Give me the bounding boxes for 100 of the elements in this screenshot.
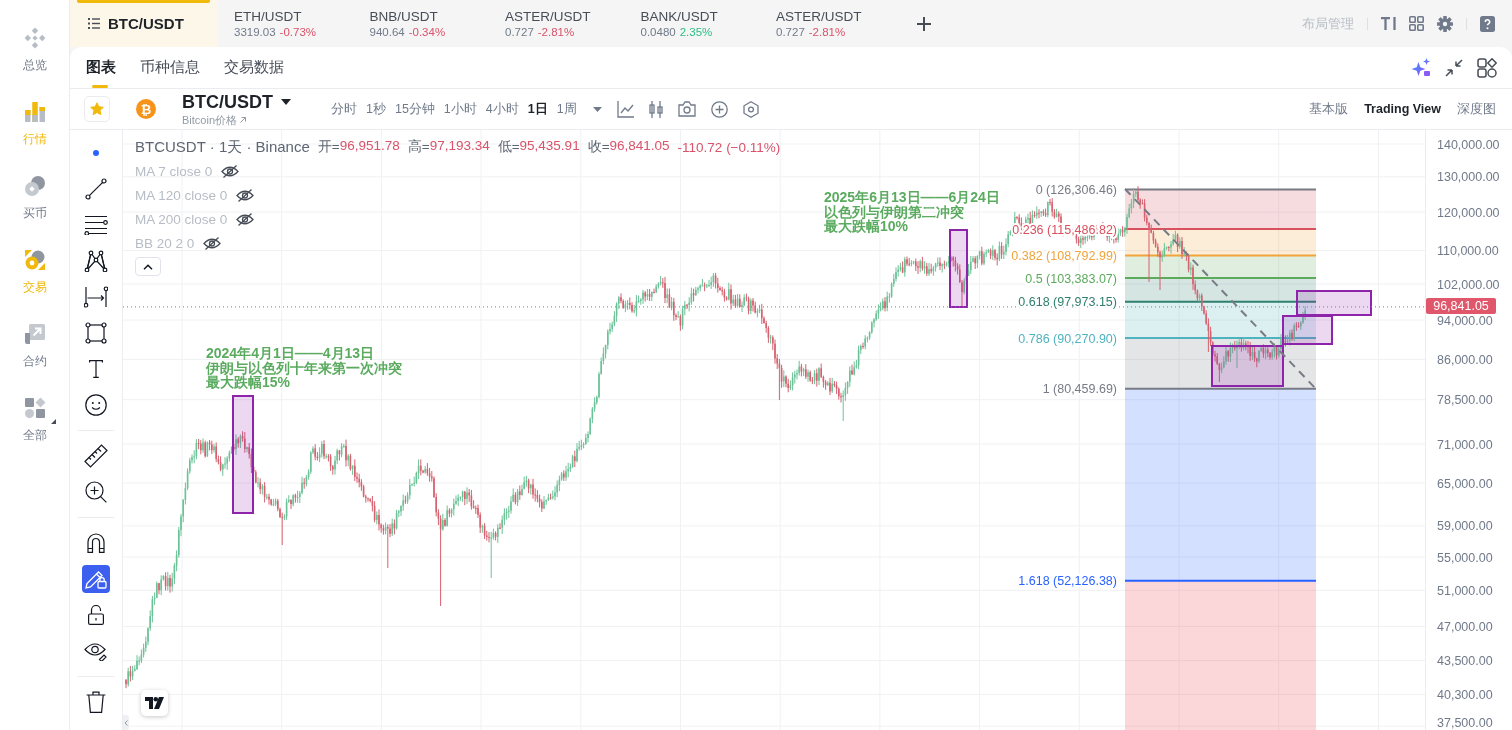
pair-change: -0.34% <box>408 24 446 39</box>
chart-symbol-title: BTCUSDT · 1天 · Binance <box>135 137 310 157</box>
view-mode-option[interactable]: 深度图 <box>1457 100 1496 118</box>
line-segment-icon <box>85 178 107 200</box>
annotation-text: 2025年6月13日——6月24日 以色列与伊朗第二冲突 最大跌幅10% <box>824 189 1000 234</box>
pair-tab[interactable]: ETH/USDT 3319.03 -0.73% <box>218 0 354 47</box>
measure-tool[interactable] <box>82 283 110 311</box>
fib-level-label: 1 (80,459.69) <box>1042 382 1117 397</box>
interval-option[interactable]: 1秒 <box>366 100 386 118</box>
pair-price: 940.64 <box>369 24 405 39</box>
pair-price: 3319.03 <box>234 24 276 39</box>
square-arrow-icon <box>22 322 47 346</box>
ruler-icon <box>84 444 108 468</box>
price-axis-label: 86,000.00 <box>1437 352 1493 367</box>
ohlc-label: 收= <box>587 138 610 156</box>
fib-level-label: 1.618 (52,126.38) <box>1018 574 1117 589</box>
add-circle-icon[interactable] <box>710 100 728 118</box>
pair-tab[interactable]: BNB/USDT 940.64 -0.34% <box>353 0 489 47</box>
chart-logo-icon[interactable] <box>141 690 168 716</box>
nav-item[interactable]: 合约 <box>21 321 48 369</box>
pair-tab[interactable]: BANK/USDT 0.0480 2.35% <box>624 0 760 47</box>
interval-option[interactable]: 分时 <box>331 100 357 118</box>
pair-tab[interactable]: BTC/USDT <box>70 0 218 47</box>
view-tab[interactable]: 交易数据 <box>224 47 284 88</box>
nav-item[interactable]: 全部 <box>21 395 48 443</box>
eye-brush-icon <box>84 641 108 661</box>
eye-slash-icon[interactable] <box>221 164 240 178</box>
eye-slash-icon[interactable] <box>203 236 222 250</box>
fib-level-label: 0.786 (90,270.90) <box>1018 331 1117 346</box>
candlestick-icon[interactable] <box>648 100 663 118</box>
dot-icon <box>93 150 99 156</box>
price-axis-label: 65,000.00 <box>1437 476 1493 491</box>
hexagon-icon[interactable] <box>742 100 759 118</box>
emoji-tool[interactable] <box>82 391 110 419</box>
price-axis-label: 94,000.00 <box>1437 313 1493 328</box>
text-format-icon[interactable] <box>1381 17 1396 30</box>
annotation-text: 2024年4月1日——4月13日 伊朗与以色列十年来第一次冲突 最大跌幅15% <box>206 345 402 390</box>
pair-change: -2.81% <box>537 24 575 39</box>
view-tab[interactable]: 币种信息 <box>140 47 200 88</box>
grid-icon[interactable] <box>1409 16 1424 31</box>
magnet-icon <box>87 533 105 553</box>
nav-item[interactable]: 买币 <box>21 173 48 221</box>
rectangle-tool[interactable] <box>82 319 110 347</box>
view-mode-option[interactable]: Trading View <box>1364 102 1441 116</box>
pair-symbol: ASTER/USDT <box>505 8 591 25</box>
plus-icon[interactable] <box>915 15 932 32</box>
collapse-handle[interactable] <box>123 715 129 730</box>
interval-option[interactable]: 15分钟 <box>394 100 435 118</box>
sparkle-icon[interactable] <box>1411 57 1431 78</box>
interval-option[interactable]: 1周 <box>556 100 577 118</box>
settings-icon[interactable] <box>1437 15 1453 32</box>
pair-tab[interactable]: ASTER/USDT 0.727 -2.81% <box>760 0 896 47</box>
camera-icon[interactable] <box>677 101 696 117</box>
view-mode-option[interactable]: 基本版 <box>1309 100 1349 118</box>
padlock-icon <box>88 605 104 625</box>
pencil-lock-icon <box>85 569 107 589</box>
help-icon[interactable] <box>1480 15 1495 32</box>
fib-level-label: 0.618 (97,973.15) <box>1018 295 1117 310</box>
fib-level-label: 0 (126,306.46) <box>1035 183 1117 197</box>
indicator-label: MA 7 close 0 <box>135 163 213 179</box>
ruler-tool[interactable] <box>82 442 110 470</box>
interval-option[interactable]: 4小时 <box>485 100 519 118</box>
pair-price: 0.0480 <box>640 24 676 39</box>
line-chart-icon[interactable] <box>616 100 634 118</box>
legend-toggle-button[interactable] <box>135 257 161 276</box>
connected-nodes-icon <box>84 250 108 272</box>
bar-chart-icon <box>22 100 47 124</box>
price-axis-label: 37,500.00 <box>1437 716 1493 730</box>
pair-symbol: BTC/USDT <box>108 15 184 32</box>
coin-logo: ₿ <box>136 99 156 119</box>
external-link-icon <box>240 117 247 123</box>
apps-icon <box>22 396 47 420</box>
pair-tab[interactable]: ASTER/USDT 0.727 -2.81% <box>489 0 625 47</box>
collapse-icon[interactable] <box>1445 58 1463 77</box>
lock-drawing-tool[interactable] <box>82 565 110 593</box>
letter-t-icon <box>89 360 103 378</box>
trash-icon <box>86 691 106 713</box>
coin-info-link[interactable]: Bitcoin价格 <box>182 113 291 127</box>
eye-slash-icon[interactable] <box>236 212 255 226</box>
eye-slash-icon[interactable] <box>236 188 255 202</box>
widgets-icon[interactable] <box>1477 57 1497 78</box>
indicator-label: MA 200 close 0 <box>135 211 228 227</box>
pair-symbol: ASTER/USDT <box>776 8 862 25</box>
indicator-label: MA 120 close 0 <box>135 187 228 203</box>
pair-change: -0.73% <box>279 24 316 39</box>
pair-symbol: BANK/USDT <box>640 8 718 25</box>
price-axis-label: 78,500.00 <box>1437 393 1493 408</box>
rectangle-icon <box>85 322 107 344</box>
view-tab[interactable]: 图表 <box>86 47 116 88</box>
price-axis-label: 130,000.00 <box>1437 170 1500 185</box>
interval-option[interactable]: 1日 <box>527 100 548 118</box>
nav-item[interactable]: 总览 <box>21 25 48 73</box>
interval-option[interactable]: 1小时 <box>443 100 477 118</box>
horizontal-lines-icon <box>84 215 108 235</box>
caret-down-icon[interactable] <box>592 106 602 112</box>
price-axis-label: 140,000.00 <box>1437 137 1500 152</box>
trend-line-tool[interactable] <box>82 175 110 203</box>
ohlc-value: 97,193.34 <box>429 138 490 155</box>
price-axis-label: 110,000.00 <box>1437 244 1499 259</box>
symbol-selector[interactable]: BTC/USDT <box>182 91 291 112</box>
